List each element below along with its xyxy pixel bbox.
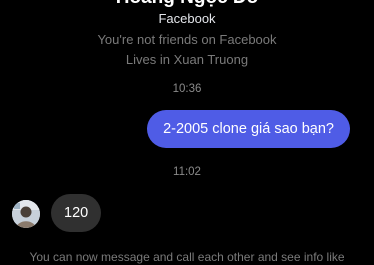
- profile-location: Lives in Xuan Truong: [125, 52, 249, 67]
- outgoing-message-bubble[interactable]: 2-2005 clone giá sao bạn?: [147, 110, 350, 148]
- friend-status: You're not friends on Facebook: [97, 32, 277, 47]
- message-timestamp: 11:02: [173, 166, 201, 178]
- info-footer-text: You can now message and call each other …: [29, 250, 345, 264]
- profile-source: Facebook: [158, 11, 216, 26]
- avatar[interactable]: [12, 200, 40, 228]
- avatar-image: [12, 200, 40, 228]
- message-timestamp: 10:36: [172, 83, 202, 95]
- incoming-message-bubble[interactable]: 120: [51, 194, 102, 232]
- profile-name: Hoàng Ngọc Đô: [0, 0, 374, 10]
